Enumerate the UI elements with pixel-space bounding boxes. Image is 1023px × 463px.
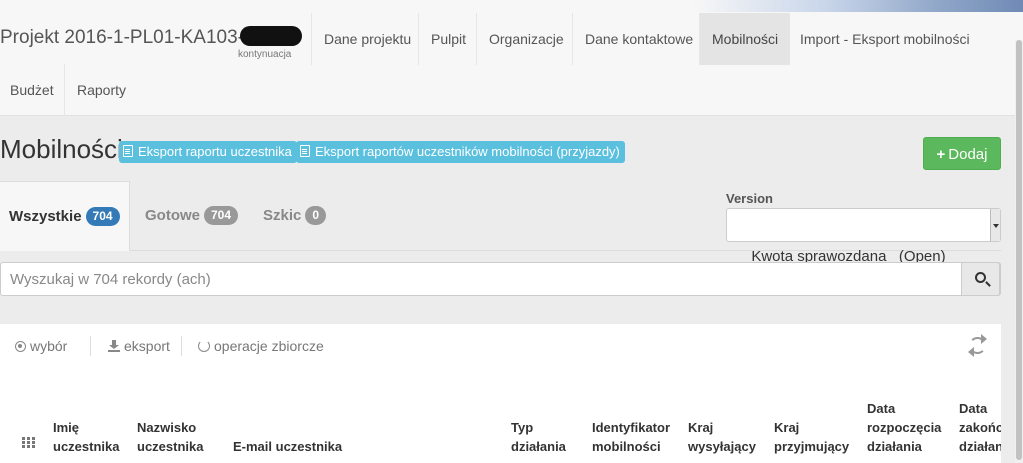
tab-draft-label: Szkic bbox=[263, 207, 302, 224]
dot-circle-icon bbox=[15, 341, 26, 352]
nav-mobilities[interactable]: Mobilności bbox=[699, 13, 791, 65]
header-line: działania bbox=[867, 439, 922, 454]
nav-contact-data[interactable]: Dane kontaktowe bbox=[572, 13, 705, 65]
bulk-operations-label: operacje zbiorcze bbox=[214, 338, 324, 354]
header-line: Typ bbox=[511, 420, 534, 435]
refresh-icon[interactable] bbox=[969, 337, 986, 354]
search-button[interactable] bbox=[961, 262, 1000, 296]
file-icon bbox=[300, 145, 310, 157]
header-line: E-mail uczestnika bbox=[233, 439, 343, 454]
tab-all[interactable]: Wszystkie 704 bbox=[0, 181, 130, 251]
header-line: Data bbox=[867, 401, 896, 416]
add-button[interactable]: + Dodaj bbox=[923, 137, 1001, 170]
download-icon bbox=[108, 340, 120, 352]
project-brand-subtitle: kontynuacja bbox=[238, 49, 292, 60]
add-button-label: Dodaj bbox=[948, 146, 988, 163]
chevron-down-icon[interactable] bbox=[990, 209, 1000, 241]
page-scrollbar[interactable] bbox=[1015, 40, 1023, 463]
header-line: mobilności bbox=[592, 439, 661, 454]
nav-budget[interactable]: Budżet bbox=[0, 64, 66, 116]
header-line: Data bbox=[959, 401, 988, 416]
header-line: Nazwisko bbox=[137, 420, 197, 435]
select-label: wybór bbox=[30, 338, 68, 354]
column-header-sending-country[interactable]: Kraj wysyłający bbox=[688, 418, 756, 456]
header-line: Kraj bbox=[688, 420, 714, 435]
spinner-icon bbox=[198, 340, 210, 352]
header-line: Kraj bbox=[774, 420, 800, 435]
header-line: uczestnika bbox=[53, 439, 120, 454]
project-brand[interactable]: Projekt 2016-1-PL01-KA103- bbox=[0, 26, 302, 49]
column-header-start-date[interactable]: Data rozpoczęcia działania bbox=[867, 399, 941, 456]
file-icon bbox=[123, 145, 133, 157]
column-header-mobility-id[interactable]: Identyfikator mobilności bbox=[592, 418, 670, 456]
scrollbar-thumb[interactable] bbox=[1016, 40, 1022, 460]
column-header-end-date[interactable]: Data zakończenia działania bbox=[959, 399, 1001, 456]
version-label: Version bbox=[726, 191, 773, 206]
header-line: uczestnika bbox=[137, 439, 204, 454]
export-label: eksport bbox=[124, 338, 170, 354]
tab-draft[interactable]: Szkic 0 bbox=[254, 181, 335, 251]
search-icon bbox=[975, 272, 986, 283]
tab-all-label: Wszystkie bbox=[9, 208, 82, 225]
column-header-email[interactable]: E-mail uczestnika bbox=[233, 437, 342, 456]
column-header-last-name[interactable]: Nazwisko uczestnika bbox=[137, 418, 203, 456]
mobilities-panel: wybór eksport operacje zbiorcze Imię ucz… bbox=[0, 324, 1001, 463]
export-mobility-reports-label: Eksport raportów uczestników mobilności … bbox=[315, 144, 620, 159]
header-line: wysyłający bbox=[688, 439, 756, 454]
project-brand-label: Projekt 2016-1-PL01-KA103- bbox=[0, 27, 244, 48]
nav-organizations[interactable]: Organizacje bbox=[476, 13, 576, 65]
header-line: przyjmujący bbox=[774, 439, 850, 454]
select-toggle[interactable]: wybór bbox=[15, 338, 67, 354]
search-bar bbox=[0, 262, 1001, 296]
page-title: Mobilności bbox=[0, 134, 123, 164]
header-line: Imię bbox=[53, 420, 80, 435]
header-decoration bbox=[693, 0, 1023, 12]
nav-project-data[interactable]: Dane projektu bbox=[311, 13, 423, 65]
bulk-operations-button[interactable]: operacje zbiorcze bbox=[198, 338, 324, 354]
nav-dashboard[interactable]: Pulpit bbox=[418, 13, 478, 65]
column-header-receiving-country[interactable]: Kraj przyjmujący bbox=[774, 418, 849, 456]
header-line: zakończenia bbox=[959, 420, 1001, 435]
header-line: działania bbox=[959, 439, 1001, 454]
version-select[interactable]: Kwota sprawozdana (Open) bbox=[726, 208, 1001, 265]
count-badge: 704 bbox=[85, 207, 120, 226]
export-button[interactable]: eksport bbox=[108, 338, 170, 354]
header-line: Identyfikator bbox=[592, 420, 671, 435]
plus-icon: + bbox=[936, 146, 946, 163]
search-input[interactable] bbox=[1, 263, 963, 295]
column-header-first-name[interactable]: Imię uczestnika bbox=[53, 418, 119, 456]
nav-reports[interactable]: Raporty bbox=[64, 64, 138, 116]
redacted-text bbox=[239, 26, 302, 46]
header-line: rozpoczęcia bbox=[867, 420, 942, 435]
export-mobility-reports-button[interactable]: Eksport raportów uczestników mobilności … bbox=[296, 141, 625, 163]
column-header-activity-type[interactable]: Typ działania bbox=[511, 418, 566, 456]
export-participant-report-label: Eksport raportu uczestnika bbox=[138, 144, 292, 159]
top-navbar: Projekt 2016-1-PL01-KA103- kontynuacja D… bbox=[0, 0, 1023, 116]
export-participant-report-button[interactable]: Eksport raportu uczestnika bbox=[119, 141, 297, 163]
tab-ready[interactable]: Gotowe 704 bbox=[136, 181, 247, 251]
header-line: działania bbox=[511, 439, 566, 454]
count-badge: 704 bbox=[204, 206, 239, 225]
tab-ready-label: Gotowe bbox=[145, 207, 200, 224]
column-grid-icon[interactable] bbox=[22, 437, 35, 448]
count-badge: 0 bbox=[305, 206, 327, 225]
toolbar-divider bbox=[181, 336, 182, 356]
nav-import-export[interactable]: Import - Eksport mobilności bbox=[787, 13, 982, 65]
toolbar-divider bbox=[90, 336, 91, 356]
